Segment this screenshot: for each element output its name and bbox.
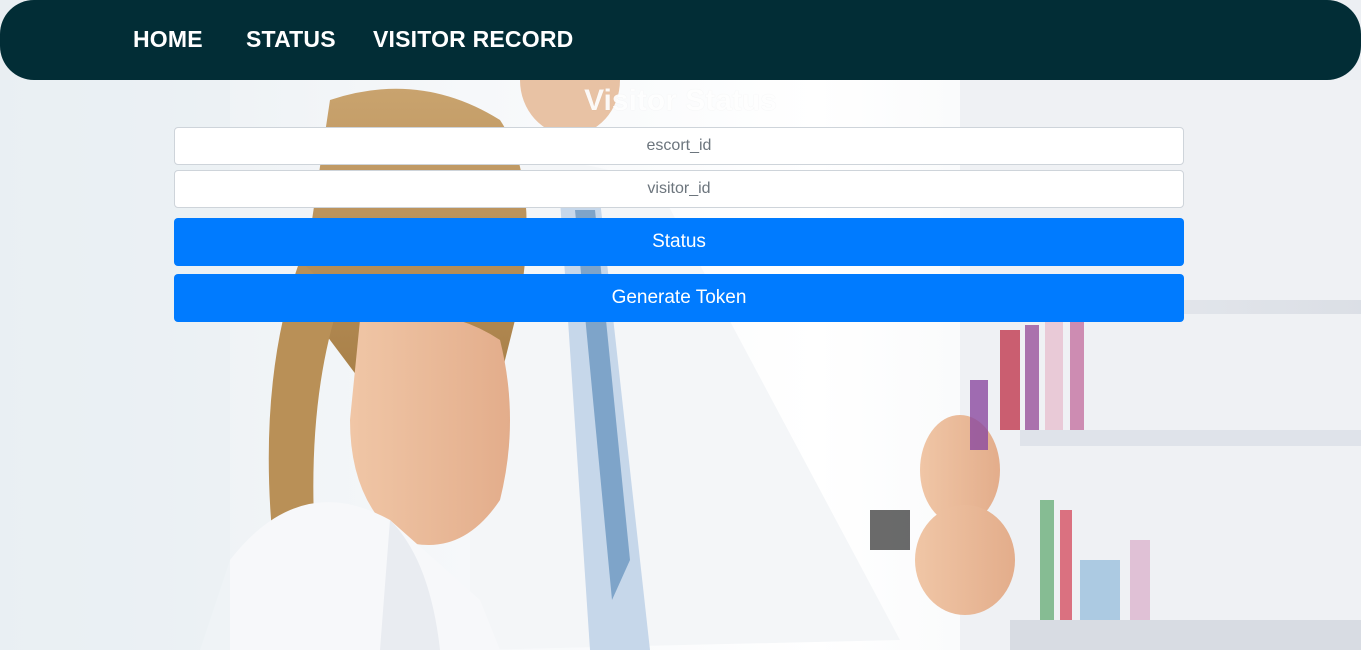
page-title: Visitor Status	[584, 84, 777, 117]
visitor-id-input[interactable]	[174, 170, 1184, 208]
generate-token-button[interactable]: Generate Token	[174, 274, 1184, 322]
top-navbar: HOME STATUS VISITOR RECORD	[0, 0, 1361, 80]
nav-status-link[interactable]: STATUS	[246, 26, 336, 53]
nav-home-link[interactable]: HOME	[133, 26, 203, 53]
escort-id-input[interactable]	[174, 127, 1184, 165]
status-button[interactable]: Status	[174, 218, 1184, 266]
nav-visitor-record-link[interactable]: VISITOR RECORD	[373, 26, 573, 53]
